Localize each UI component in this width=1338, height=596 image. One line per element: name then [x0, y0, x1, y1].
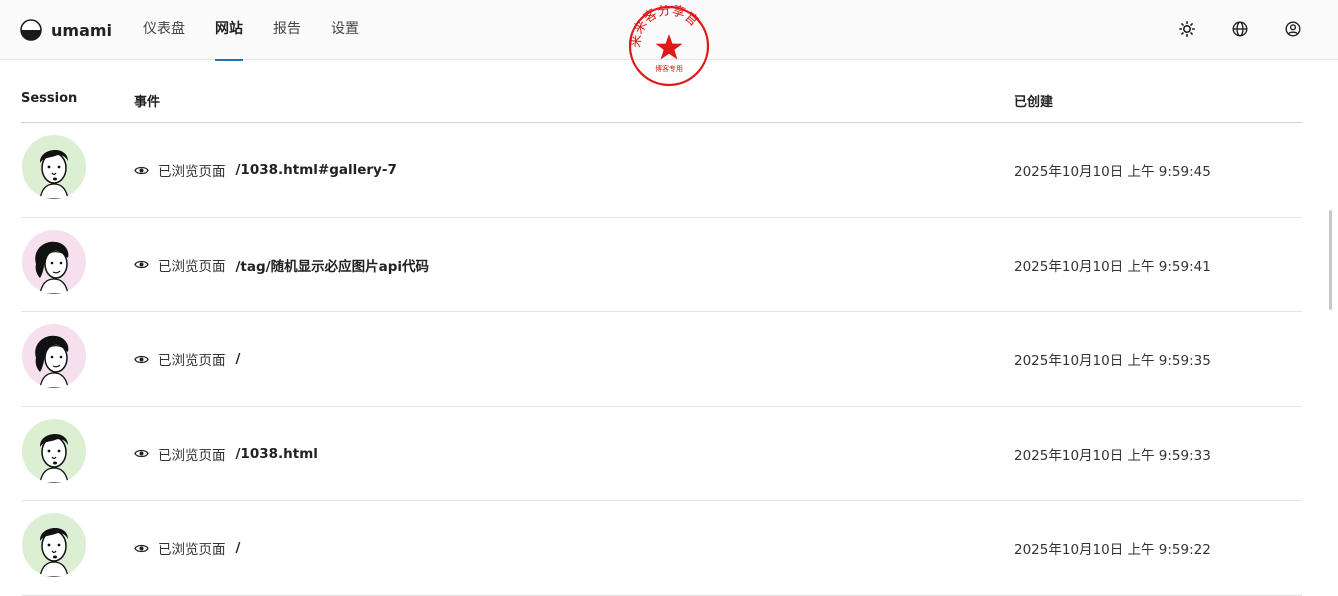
nav-websites[interactable]: 网站: [215, 0, 243, 61]
event-type: 已浏览页面: [158, 542, 226, 558]
header-actions: [1178, 20, 1302, 38]
created-time: 2025年10月10日 上午 9:59:35: [1014, 353, 1211, 369]
event-type: 已浏览页面: [158, 164, 226, 180]
event-path[interactable]: /: [236, 540, 241, 556]
event-path[interactable]: /: [236, 351, 241, 367]
created-time: 2025年10月10日 上午 9:59:22: [1014, 542, 1211, 558]
event-path[interactable]: /1038.html: [236, 446, 318, 462]
male-avatar-icon: [22, 135, 86, 199]
female-avatar-icon: [22, 324, 86, 388]
column-header-event[interactable]: 事件: [134, 91, 160, 110]
globe-icon: [1232, 21, 1248, 37]
eye-icon: [134, 446, 149, 461]
event-path[interactable]: /1038.html#gallery-7: [236, 162, 397, 178]
created-time: 2025年10月10日 上午 9:59:45: [1014, 164, 1211, 180]
svg-text:博客专用: 博客专用: [655, 64, 683, 73]
eye-icon: [134, 163, 149, 178]
event-cell: 已浏览页面 /tag/随机显示必应图片api代码: [134, 255, 429, 275]
eye-icon: [134, 352, 149, 367]
table-row: 已浏览页面 / 2025年10月10日 上午 9:59:35: [21, 312, 1302, 407]
event-cell: 已浏览页面 /: [134, 349, 240, 369]
nav-dashboard[interactable]: 仪表盘: [143, 0, 185, 60]
event-type: 已浏览页面: [158, 353, 226, 369]
eye-icon: [134, 257, 149, 272]
stamp-seal: 来来客分享官 博客专用: [628, 2, 710, 87]
event-type: 已浏览页面: [158, 447, 226, 464]
logo[interactable]: umami: [20, 19, 112, 41]
language-button[interactable]: [1231, 20, 1249, 38]
theme-toggle-button[interactable]: [1178, 20, 1196, 38]
user-circle-icon: [1285, 21, 1301, 37]
app-name: umami: [51, 20, 113, 40]
main-nav: 仪表盘 网站 报告 设置: [143, 0, 389, 61]
table-row: 已浏览页面 /tag/随机显示必应图片api代码 2025年10月10日 上午 …: [21, 218, 1302, 312]
session-avatar[interactable]: [22, 418, 86, 483]
session-avatar[interactable]: [22, 135, 86, 199]
column-header-session[interactable]: Session: [21, 91, 77, 106]
female-avatar-icon: [22, 229, 86, 294]
table-row: 已浏览页面 /1038.html 2025年10月10日 上午 9:59:33: [21, 407, 1302, 501]
table-row: 已浏览页面 / 2025年10月10日 上午 9:59:22: [21, 501, 1302, 596]
eye-icon: [134, 541, 149, 556]
event-path[interactable]: /tag/随机显示必应图片api代码: [236, 255, 430, 275]
nav-reports[interactable]: 报告: [273, 0, 301, 60]
nav-settings[interactable]: 设置: [331, 0, 359, 60]
scrollbar[interactable]: [1326, 60, 1338, 564]
events-table: Session 事件 已创建 已浏览页面 /1038.html#gallery-…: [21, 60, 1302, 596]
male-avatar-icon: [22, 418, 86, 483]
session-avatar[interactable]: [22, 229, 86, 294]
umami-logo-icon: [20, 19, 42, 41]
sun-icon: [1178, 20, 1196, 38]
event-type: 已浏览页面: [158, 258, 226, 275]
male-avatar-icon: [22, 513, 86, 577]
event-cell: 已浏览页面 /1038.html: [134, 444, 318, 464]
svg-text:来来客分享官: 来来客分享官: [629, 5, 702, 48]
created-time: 2025年10月10日 上午 9:59:33: [1014, 447, 1211, 464]
profile-button[interactable]: [1284, 20, 1302, 38]
event-cell: 已浏览页面 /: [134, 538, 240, 558]
event-cell: 已浏览页面 /1038.html#gallery-7: [134, 160, 397, 180]
table-row: 已浏览页面 /1038.html#gallery-7 2025年10月10日 上…: [21, 123, 1302, 218]
column-header-created[interactable]: 已创建: [1014, 91, 1053, 110]
created-time: 2025年10月10日 上午 9:59:41: [1014, 258, 1211, 275]
session-avatar[interactable]: [22, 513, 86, 577]
scrollbar-thumb[interactable]: [1329, 210, 1332, 310]
session-avatar[interactable]: [22, 324, 86, 388]
